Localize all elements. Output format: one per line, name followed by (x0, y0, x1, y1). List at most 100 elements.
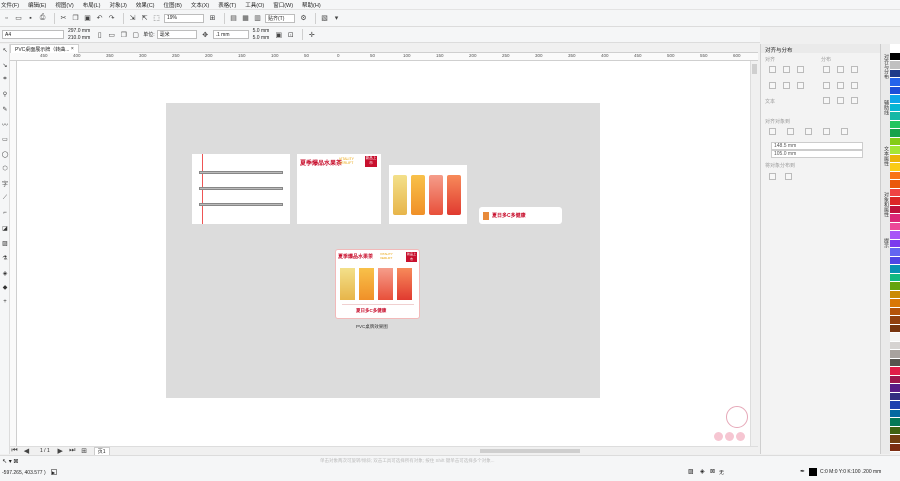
align-bottom-icon[interactable] (797, 82, 804, 89)
distribute-left-icon[interactable] (823, 66, 830, 73)
color-swatch[interactable] (890, 265, 900, 274)
treat-as-filled-icon[interactable]: ▣ (274, 30, 283, 39)
color-swatch[interactable] (890, 197, 900, 206)
save-icon[interactable]: ▪ (26, 14, 35, 23)
export-icon[interactable]: ⇱ (140, 14, 149, 23)
shape-tool-icon[interactable]: ↘ (1, 61, 9, 69)
distribute-center-icon[interactable] (837, 66, 844, 73)
color-palette[interactable] (890, 44, 900, 455)
menu-item-4[interactable]: 对象(J) (109, 1, 126, 9)
color-swatch[interactable] (890, 392, 900, 401)
distribute-bottom-icon[interactable] (851, 82, 858, 89)
vertical-scrollbar[interactable] (750, 61, 758, 446)
document-tab[interactable]: PVC桌面展示牌（转曲... × (10, 44, 79, 53)
color-swatch[interactable] (890, 273, 900, 282)
color-swatch[interactable] (890, 375, 900, 384)
align-y-input[interactable]: 105.0 mm (771, 150, 863, 158)
add-tool-icon[interactable]: + (1, 298, 9, 306)
paper-size-select[interactable]: A4 (2, 30, 64, 39)
open-icon[interactable]: ▭ (14, 14, 23, 23)
shadow-tool-icon[interactable]: ◪ (1, 224, 9, 232)
launch-icon[interactable]: ▾ (332, 14, 341, 23)
guidelines-icon[interactable]: ▥ (253, 14, 262, 23)
align-to-grid-icon[interactable] (823, 128, 830, 135)
all-pages-icon[interactable]: ❐ (119, 30, 128, 39)
color-swatch[interactable] (890, 401, 900, 410)
color-swatch[interactable] (890, 350, 900, 359)
publish-icon[interactable]: ⬚ (152, 14, 161, 23)
text-align-2-icon[interactable] (837, 97, 844, 104)
distribute-top-icon[interactable] (823, 82, 830, 89)
zoom-level-select[interactable]: 19% (164, 13, 204, 23)
menu-item-11[interactable]: 帮助(H) (302, 1, 321, 9)
color-swatch[interactable] (890, 112, 900, 121)
drinks-panel[interactable] (389, 165, 467, 224)
distribute-to-selection-icon[interactable] (769, 173, 776, 180)
side-tab-1[interactable]: 辅助线 (882, 100, 890, 115)
outline-pen-icon[interactable]: ✒ (800, 468, 805, 475)
cut-icon[interactable]: ✂ (59, 14, 68, 23)
document-page[interactable]: 夏季爆品水果茶 VITALITY VERLIFT 新品上市 夏日多C多健康 夏季… (166, 103, 600, 398)
connector-tool-icon[interactable]: ⌐ (1, 209, 9, 217)
snap-to-dropdown[interactable]: 贴齐(T) (265, 13, 295, 23)
color-swatch[interactable] (890, 78, 900, 87)
text-align-3-icon[interactable] (851, 97, 858, 104)
align-left-icon[interactable] (769, 66, 776, 73)
color-swatch[interactable] (890, 290, 900, 299)
align-to-active-icon[interactable] (769, 128, 776, 135)
preview-composite[interactable]: 夏季爆品水果茶 VITALITY VERLIFT 新品上市 夏日多C多健康 (335, 249, 420, 319)
color-swatch[interactable] (890, 163, 900, 172)
color-swatch[interactable] (890, 52, 900, 61)
color-swatch[interactable] (890, 333, 900, 342)
fill-bucket-icon[interactable]: ◈ (700, 468, 705, 475)
color-swatch[interactable] (890, 358, 900, 367)
color-swatch[interactable] (890, 341, 900, 350)
color-swatch[interactable] (890, 137, 900, 146)
menu-item-1[interactable]: 编辑(E) (28, 1, 46, 9)
side-tab-0[interactable]: 对齐与分布 (882, 54, 890, 79)
structure-drawing[interactable] (192, 154, 290, 224)
artistic-media-icon[interactable]: 〰 (1, 120, 9, 129)
menu-item-8[interactable]: 表格(T) (218, 1, 236, 9)
horizontal-scroll-thumb[interactable] (480, 449, 580, 453)
banner-panel[interactable]: 夏日多C多健康 (479, 207, 562, 224)
page-dimensions[interactable]: 297.0 mm 210.0 mm (68, 28, 90, 41)
color-swatch[interactable] (890, 120, 900, 129)
new-icon[interactable]: ▫ (2, 14, 11, 23)
color-swatch[interactable] (890, 69, 900, 78)
outline-color-swatch[interactable] (809, 468, 817, 476)
portrait-icon[interactable]: ▯ (95, 30, 104, 39)
close-icon[interactable]: × (71, 46, 74, 52)
color-swatch[interactable] (890, 222, 900, 231)
pick-tool-icon[interactable]: ↖ (1, 46, 9, 54)
dimension-tool-icon[interactable]: ⟋ (1, 194, 9, 202)
color-swatch[interactable] (890, 188, 900, 197)
page-height-value[interactable]: 210.0 mm (68, 35, 90, 42)
color-swatch[interactable] (890, 103, 900, 112)
menu-item-5[interactable]: 效果(C) (136, 1, 155, 9)
distribute-right-icon[interactable] (851, 66, 858, 73)
menu-item-6[interactable]: 位图(B) (164, 1, 182, 9)
duplicate-distance[interactable]: 5.0 mm 5.0 mm (253, 28, 270, 41)
color-swatch[interactable] (890, 409, 900, 418)
import-icon[interactable]: ⇲ (128, 14, 137, 23)
rectangle-tool-icon[interactable]: ▭ (1, 135, 9, 143)
transparency-tool-icon[interactable]: ▨ (1, 239, 9, 247)
welcome-icon[interactable]: ▧ (320, 14, 329, 23)
interactive-fill-icon[interactable]: ◈ (1, 269, 9, 277)
align-to-point-icon[interactable] (841, 128, 848, 135)
text-align-1-icon[interactable] (823, 97, 830, 104)
menu-item-7[interactable]: 文本(X) (191, 1, 209, 9)
color-swatch[interactable] (890, 426, 900, 435)
color-swatch[interactable] (890, 154, 900, 163)
distribute-middle-icon[interactable] (837, 82, 844, 89)
color-swatch[interactable] (890, 205, 900, 214)
redo-icon[interactable]: ↷ (107, 14, 116, 23)
add-preset-icon[interactable]: ✛ (307, 30, 316, 39)
color-swatch[interactable] (890, 231, 900, 240)
eyedropper-tool-icon[interactable]: ⚗ (1, 254, 9, 262)
freehand-tool-icon[interactable]: ✎ (1, 105, 9, 113)
zoom-tool-icon[interactable]: ⚲ (1, 90, 9, 98)
side-tab-4[interactable]: 提示 (882, 238, 890, 248)
side-tab-3[interactable]: 对象和属性 (882, 192, 890, 217)
